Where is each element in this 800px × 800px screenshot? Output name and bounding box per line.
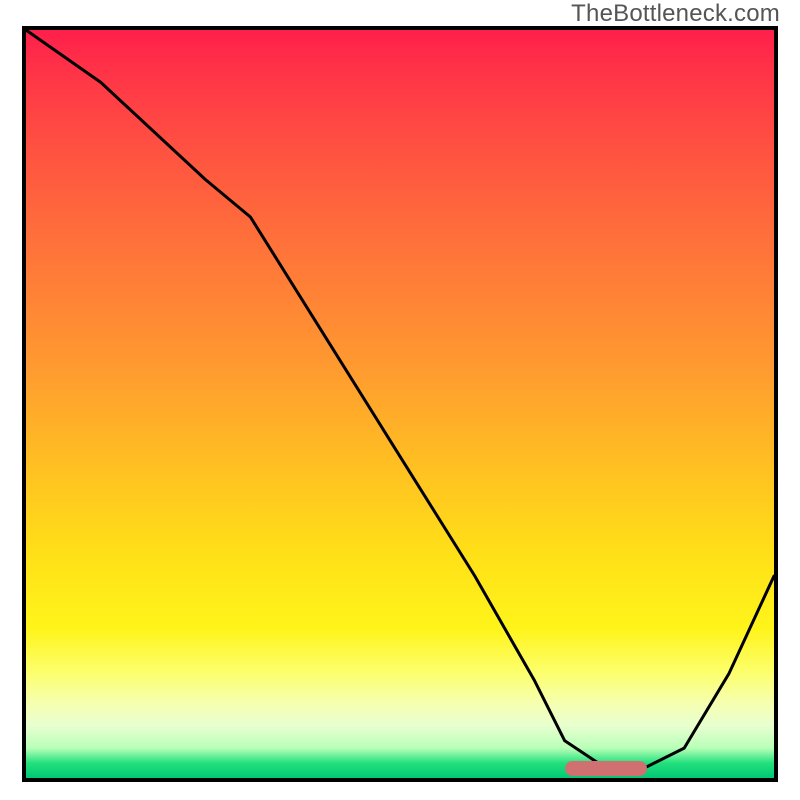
optimal-marker: [565, 761, 647, 776]
curve-svg: [26, 30, 774, 778]
chart-container: TheBottleneck.com: [0, 0, 800, 800]
curve-path: [26, 30, 774, 771]
watermark-text: TheBottleneck.com: [571, 0, 780, 28]
plot-frame: [22, 26, 778, 782]
